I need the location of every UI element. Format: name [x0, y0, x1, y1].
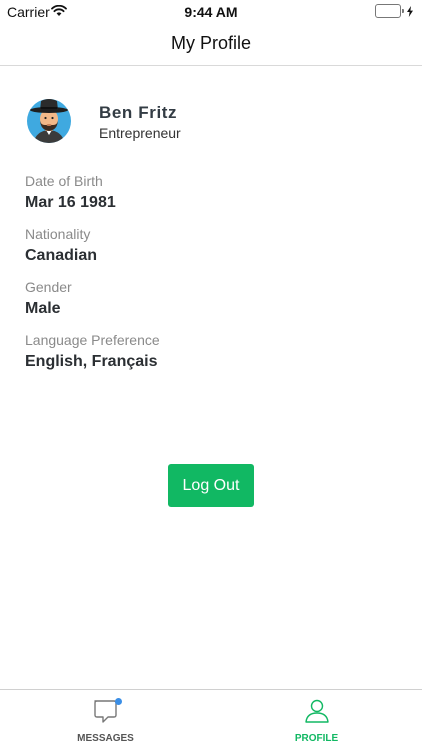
clock: 9:44 AM	[184, 4, 238, 20]
user-avatar-icon	[27, 99, 71, 143]
charging-bolt-icon	[407, 5, 413, 17]
profile-name: Ben Fritz	[99, 103, 178, 122]
tab-profile[interactable]: PROFILE	[211, 690, 422, 751]
tab-messages-label: MESSAGES	[77, 733, 134, 744]
nationality-value: Canadian	[25, 247, 98, 264]
avatar	[25, 97, 73, 145]
gender-value: Male	[25, 300, 61, 317]
page-title: My Profile	[170, 33, 251, 53]
nationality-label: Nationality	[25, 226, 91, 242]
language-value: English, Français	[25, 353, 158, 370]
logout-button[interactable]: Log Out	[168, 464, 254, 507]
status-bar: Carrier 9:44 AM	[0, 0, 422, 22]
nav-bar: My Profile	[0, 22, 422, 66]
dob-value: Mar 16 1981	[25, 194, 116, 211]
dob-label: Date of Birth	[25, 173, 103, 189]
profile-role: Entrepreneur	[99, 125, 181, 141]
gender-label: Gender	[25, 279, 72, 295]
language-label: Language Preference	[25, 332, 160, 348]
tab-messages[interactable]: MESSAGES	[0, 690, 211, 751]
battery-icon	[375, 4, 413, 18]
unread-badge	[115, 698, 122, 705]
person-icon	[304, 699, 329, 723]
tab-profile-label: PROFILE	[294, 733, 339, 744]
tab-bar: MESSAGES PROFILE	[0, 689, 422, 751]
